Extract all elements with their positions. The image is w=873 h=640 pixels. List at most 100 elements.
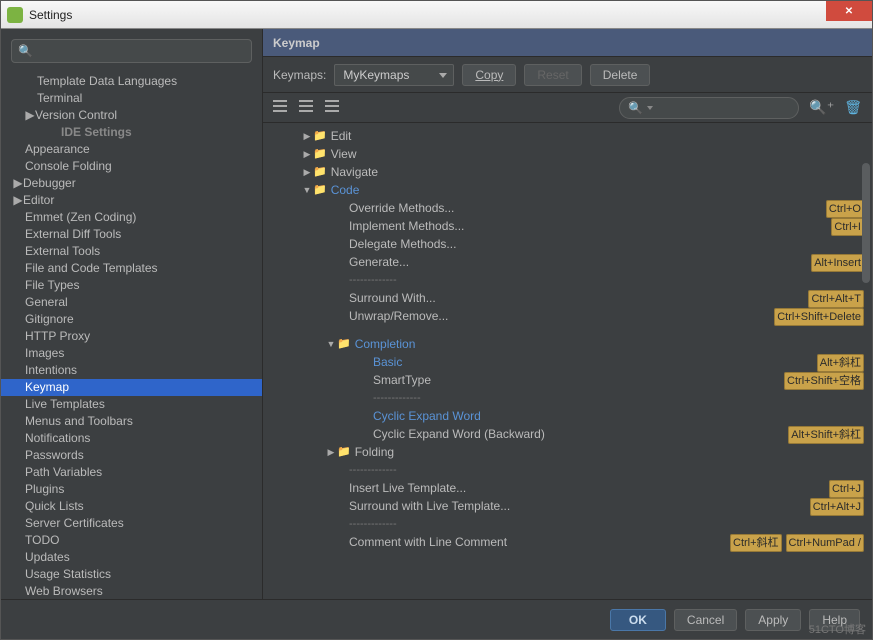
tree-action[interactable]: ------------- — [271, 515, 872, 533]
sidebar-item-keymap[interactable]: Keymap — [1, 379, 262, 396]
delete-button[interactable]: Delete — [590, 64, 651, 86]
sidebar-item-label: Plugins — [25, 482, 64, 496]
tree-action[interactable]: Implement Methods...Ctrl+I — [271, 217, 872, 235]
tree-folder[interactable]: ▶📁Navigate — [271, 163, 872, 181]
settings-search-input[interactable]: 🔍 — [11, 39, 252, 63]
tree-label: Insert Live Template... — [349, 479, 466, 497]
sidebar-item-server-certificates[interactable]: Server Certificates — [1, 515, 262, 532]
tree-folder[interactable]: ▼📁Code — [271, 181, 872, 199]
close-window-button[interactable] — [826, 1, 872, 21]
sidebar-item-gitignore[interactable]: Gitignore — [1, 311, 262, 328]
sidebar-item-plugins[interactable]: Plugins — [1, 481, 262, 498]
tree-action[interactable]: ------------- — [271, 461, 872, 479]
sidebar-item-updates[interactable]: Updates — [1, 549, 262, 566]
sidebar-item-editor[interactable]: ▶Editor — [1, 192, 262, 209]
tree-action[interactable]: Cyclic Expand Word — [271, 407, 872, 425]
clear-search-icon[interactable]: 🗑 — [844, 99, 862, 116]
tree-action[interactable]: SmartTypeCtrl+Shift+空格 — [271, 371, 872, 389]
reset-button[interactable]: Reset — [524, 64, 581, 86]
tree-label: Basic — [373, 353, 402, 371]
cancel-button[interactable]: Cancel — [674, 609, 737, 631]
copy-button[interactable]: Copy — [462, 64, 516, 86]
tree-folder[interactable]: ▼📁Completion — [271, 335, 872, 353]
sidebar-item-general[interactable]: General — [1, 294, 262, 311]
keymap-toolbar: Keymaps: MyKeymaps Copy Reset Delete — [263, 57, 872, 93]
tree-action[interactable]: Surround with Live Template...Ctrl+Alt+J — [271, 497, 872, 515]
sidebar-item-passwords[interactable]: Passwords — [1, 447, 262, 464]
sidebar-item-label: IDE Settings — [61, 125, 132, 139]
tree-label: Code — [331, 181, 360, 199]
tree-action[interactable]: Delegate Methods... — [271, 235, 872, 253]
sidebar-item-http-proxy[interactable]: HTTP Proxy — [1, 328, 262, 345]
tree-label: Cyclic Expand Word (Backward) — [373, 425, 545, 443]
sidebar-item-web-browsers[interactable]: Web Browsers — [1, 583, 262, 599]
search-icon: 🔍 — [18, 44, 33, 58]
sidebar-item-label: Path Variables — [25, 465, 102, 479]
sidebar-item-external-diff-tools[interactable]: External Diff Tools — [1, 226, 262, 243]
titlebar[interactable]: Settings — [1, 1, 872, 29]
chevron-icon: ▶ — [13, 175, 23, 192]
sidebar-item-external-tools[interactable]: External Tools — [1, 243, 262, 260]
tree-action[interactable]: Comment with Line CommentCtrl+斜杠Ctrl+Num… — [271, 533, 872, 551]
tree-toolbar: 🔍 🔍⁺ 🗑 — [263, 93, 872, 123]
sidebar-item-label: Intentions — [25, 363, 77, 377]
sidebar-item-console-folding[interactable]: Console Folding — [1, 158, 262, 175]
sidebar-item-terminal[interactable]: Terminal — [1, 90, 262, 107]
sidebar-item-live-templates[interactable]: Live Templates — [1, 396, 262, 413]
keymaps-label: Keymaps: — [273, 68, 326, 82]
chevron-icon: ▶ — [25, 107, 35, 124]
shortcut-badges: Alt+斜杠 — [813, 353, 864, 372]
chevron-icon: ▼ — [301, 181, 313, 199]
sidebar-item-images[interactable]: Images — [1, 345, 262, 362]
sidebar-item-label: Terminal — [37, 91, 82, 105]
tree-action[interactable]: ------------- — [271, 271, 872, 289]
watermark: 51CTO博客 — [809, 621, 866, 637]
sidebar-item-emmet-zen-coding-[interactable]: Emmet (Zen Coding) — [1, 209, 262, 226]
keymaps-select[interactable]: MyKeymaps — [334, 64, 454, 86]
tree-action[interactable]: Basic Alt+斜杠 — [271, 353, 872, 371]
tree-action[interactable]: Cyclic Expand Word (Backward)Alt+Shift+斜… — [271, 425, 872, 443]
find-action-by-shortcut-icon[interactable]: 🔍⁺ — [809, 99, 834, 116]
sidebar-item-path-variables[interactable]: Path Variables — [1, 464, 262, 481]
settings-tree[interactable]: Template Data Languages Terminal ▶Version … — [1, 73, 262, 599]
tree-action[interactable]: Unwrap/Remove...Ctrl+Shift+Delete — [271, 307, 872, 325]
sidebar-item-file-types[interactable]: File Types — [1, 277, 262, 294]
action-search-input[interactable]: 🔍 — [619, 97, 799, 119]
shortcut-badge: Alt+斜杠 — [817, 354, 864, 372]
tree-action[interactable]: Override Methods...Ctrl+O — [271, 199, 872, 217]
apply-button[interactable]: Apply — [745, 609, 801, 631]
tree-folder[interactable]: ▶📁View — [271, 145, 872, 163]
tree-action — [271, 325, 872, 335]
sidebar-item-appearance[interactable]: Appearance — [1, 141, 262, 158]
sidebar-item-usage-statistics[interactable]: Usage Statistics — [1, 566, 262, 583]
sidebar-item-label: Template Data Languages — [37, 74, 177, 88]
sidebar-item-notifications[interactable]: Notifications — [1, 430, 262, 447]
sidebar-item-intentions[interactable]: Intentions — [1, 362, 262, 379]
sidebar-item-todo[interactable]: TODO — [1, 532, 262, 549]
collapse-all-icon[interactable] — [299, 100, 315, 116]
tree-action[interactable]: Generate...Alt+Insert — [271, 253, 872, 271]
keymap-tree[interactable]: ▶📁Edit▶📁View▶📁Navigate▼📁CodeOverride Met… — [263, 123, 872, 599]
tree-folder[interactable]: ▶📁Folding — [271, 443, 872, 461]
sidebar-item-label: Appearance — [25, 142, 90, 156]
edit-shortcut-icon[interactable] — [325, 100, 341, 116]
ok-button[interactable]: OK — [610, 609, 666, 631]
app-icon — [7, 7, 23, 23]
shortcut-badges: Ctrl+O — [822, 199, 864, 218]
tree-action[interactable]: ------------- — [271, 389, 872, 407]
sidebar-item-debugger[interactable]: ▶Debugger — [1, 175, 262, 192]
shortcut-badge: Ctrl+斜杠 — [730, 534, 782, 552]
sidebar-item-quick-lists[interactable]: Quick Lists — [1, 498, 262, 515]
tree-action[interactable]: Surround With...Ctrl+Alt+T — [271, 289, 872, 307]
shortcut-badges: Ctrl+Shift+空格 — [780, 371, 864, 390]
tree-action[interactable]: Insert Live Template...Ctrl+J — [271, 479, 872, 497]
sidebar-item-label: File Types — [25, 278, 79, 292]
sidebar-item-label: Live Templates — [25, 397, 105, 411]
sidebar-item-version-control[interactable]: ▶Version Control — [1, 107, 262, 124]
sidebar-item-menus-and-toolbars[interactable]: Menus and Toolbars — [1, 413, 262, 430]
tree-folder[interactable]: ▶📁Edit — [271, 127, 872, 145]
scrollbar-thumb[interactable] — [862, 163, 870, 283]
sidebar-item-template-data-languages[interactable]: Template Data Languages — [1, 73, 262, 90]
sidebar-item-file-and-code-templates[interactable]: File and Code Templates — [1, 260, 262, 277]
expand-all-icon[interactable] — [273, 100, 289, 116]
